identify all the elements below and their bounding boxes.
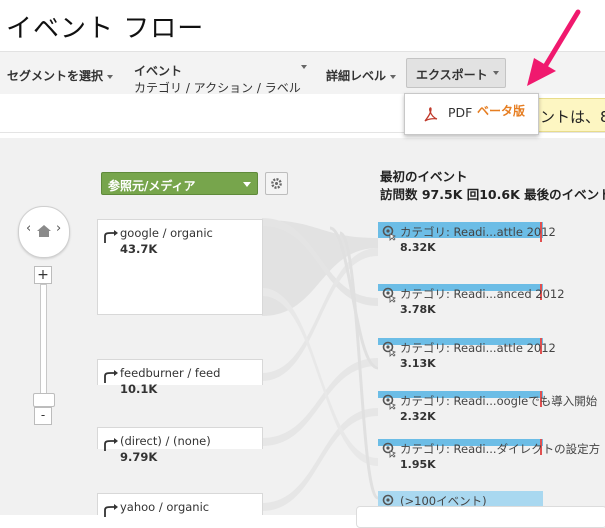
settings-button[interactable] [265,172,288,195]
page-title: イベント フロー [6,14,205,44]
pan-control[interactable]: ‹ › [18,206,70,258]
segment-menu-label: セグメントを選択 [7,69,104,83]
source-node[interactable]: yahoo / organic [97,493,263,517]
event-node[interactable]: カテゴリ: Readi...attle 2012 8.32K [378,222,556,266]
source-value: 9.79K [120,450,158,464]
event-label: カテゴリ: Readi...oogleでも導入開始 [400,394,598,408]
event-menu-label: イベント [134,64,183,78]
home-icon[interactable] [37,225,51,237]
event-label: カテゴリ: Readi...ダイレクトの設定方 [400,442,601,456]
path-arrow-icon [104,504,118,517]
event-node[interactable]: カテゴリ: Readi...anced 2012 3.78K [378,284,565,328]
event-icon [382,225,396,241]
event-node[interactable]: カテゴリ: Readi...oogleでも導入開始 2.32K [378,391,597,435]
gear-icon [271,178,282,189]
chevron-down-icon [301,65,307,69]
notice-message: ントは、82. [533,98,605,132]
event-value: 3.78K [400,303,436,316]
path-arrow-icon [104,230,118,243]
event-node[interactable]: カテゴリ: Readi...ダイレクトの設定方 1.95K [378,439,600,483]
path-arrow-icon [104,438,118,451]
source-value: 43.7K [120,242,158,256]
pink-arrow-annotation [527,9,581,86]
event-value: 3.13K [400,357,436,370]
segment-menu[interactable]: セグメントを選択 [7,67,114,84]
export-pdf-label: PDF [448,105,473,120]
chevron-down-icon [107,74,114,79]
chevron-down-icon [390,74,397,79]
detail-level-menu[interactable]: 詳細レベル [326,67,397,84]
path-arrow-icon [104,370,118,383]
pan-right-icon[interactable]: › [56,221,61,236]
zoom-in-button[interactable]: + [34,266,52,284]
dimension-select[interactable]: 参照元/メディア [101,172,258,195]
chevron-down-icon [243,182,251,187]
event-value: 8.32K [400,241,436,254]
source-node[interactable]: feedburner / feed 10.1K [97,359,263,396]
event-icon [382,287,396,303]
source-label: (direct) / (none) [120,434,211,448]
beta-badge: ベータ版 [477,104,526,118]
source-label: yahoo / organic [120,500,210,514]
event-value: 1.95K [400,458,436,471]
event-node[interactable]: カテゴリ: Readi...attle 2012 3.13K [378,338,556,382]
column-summary: 訪問数 97.5K 回10.6K 最後のイベント [380,187,605,202]
chevron-down-icon [493,71,499,75]
export-button-label: エクスポート [416,68,488,82]
event-icon [382,341,396,357]
source-value: 10.1K [120,382,158,396]
event-label: カテゴリ: Readi...attle 2012 [400,341,556,355]
event-icon [382,442,396,458]
zoom-out-button[interactable]: - [34,407,52,425]
source-label: google / organic [120,226,213,240]
zoom-slider-handle[interactable] [33,393,55,407]
source-node[interactable]: google / organic 43.7K [97,219,263,315]
column-title: 最初のイベント [380,169,468,184]
event-icon [382,394,396,410]
event-label: カテゴリ: Readi...anced 2012 [400,287,565,301]
pan-left-icon[interactable]: ‹ [26,221,31,236]
event-label: カテゴリ: Readi...attle 2012 [400,225,556,239]
event-flow-canvas: ‹ › + - 参照元/メディア google / organic 43.7K … [0,138,605,528]
detail-level-label: 詳細レベル [326,69,387,83]
zoom-slider-track[interactable] [40,284,47,408]
event-value: 2.32K [400,410,436,423]
pdf-icon [424,107,438,122]
next-column-card [356,506,605,528]
export-button[interactable]: エクスポート [406,58,506,88]
source-node[interactable]: (direct) / (none) 9.79K [97,427,263,464]
dimension-select-label: 参照元/メディア [108,179,196,193]
source-label: feedburner / feed [120,366,221,380]
